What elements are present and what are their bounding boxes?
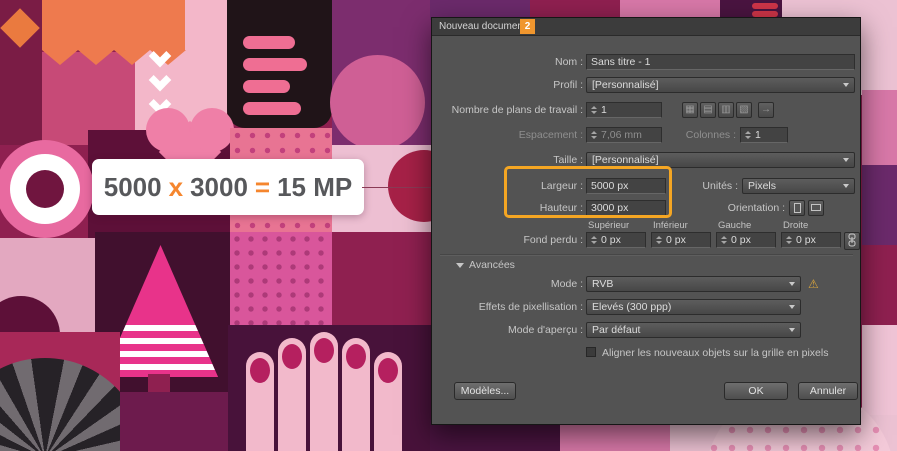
- callout-result: 15 MP: [277, 171, 353, 202]
- apercu-select[interactable]: Par défaut: [586, 322, 801, 338]
- colonnes-input[interactable]: 1: [740, 127, 788, 143]
- section-divider: [440, 254, 853, 256]
- chevron-down-icon: [789, 305, 795, 309]
- chevron-down-icon: [843, 184, 849, 188]
- ok-button[interactable]: OK: [724, 382, 788, 400]
- step-badge: 2: [520, 19, 535, 34]
- stepper-arrows-icon[interactable]: [656, 236, 662, 244]
- align-grid-checkbox[interactable]: [586, 347, 596, 357]
- artboard-grid-layout-icon[interactable]: ▦: [682, 102, 698, 118]
- effets-select[interactable]: Elevés (300 ppp): [586, 299, 801, 315]
- chevron-down-icon: [843, 83, 849, 87]
- link-values-button[interactable]: [844, 232, 860, 250]
- artboard-row-layout-icon[interactable]: ▤: [700, 102, 716, 118]
- effets-label: Effets de pixellisation :: [478, 301, 583, 313]
- bleed-inferieur-value: 0 px: [666, 234, 686, 246]
- landscape-page-icon: [811, 204, 821, 211]
- profil-value: [Personnalisé]: [592, 79, 659, 91]
- nom-input[interactable]: Sans titre - 1: [586, 54, 855, 70]
- dimension-callout: 5000 x 3000 = 15 MP: [92, 159, 364, 215]
- colonnes-label: Colonnes :: [685, 129, 736, 141]
- plans-label: Nombre de plans de travail :: [451, 104, 583, 116]
- largeur-input[interactable]: 5000 px: [586, 178, 666, 194]
- espacement-label: Espacement :: [518, 129, 583, 141]
- largeur-value: 5000 px: [591, 180, 629, 192]
- largeur-label: Largeur :: [540, 180, 583, 192]
- unites-label: Unités :: [702, 180, 738, 192]
- hauteur-label: Hauteur :: [539, 202, 583, 214]
- warning-icon: ⚠: [808, 277, 819, 291]
- callout-equals: =: [254, 171, 271, 202]
- link-icon: [848, 233, 856, 247]
- bleed-inferieur-input[interactable]: 0 px: [651, 232, 711, 248]
- dialog-titlebar[interactable]: Nouveau document 2: [432, 18, 860, 36]
- callout-height: 3000: [190, 171, 248, 202]
- stepper-arrows-icon[interactable]: [591, 106, 597, 114]
- espacement-input[interactable]: 7,06 mm: [586, 127, 662, 143]
- artboard-alt-layout-icon[interactable]: ▧: [736, 102, 752, 118]
- callout-times: x: [168, 171, 184, 202]
- avancees-toggle[interactable]: Avancées: [456, 258, 515, 272]
- orientation-portrait-button[interactable]: [789, 200, 805, 216]
- bleed-header-gauche: Gauche: [718, 220, 752, 231]
- bleed-header-droite: Droite: [783, 220, 809, 231]
- mode-value: RVB: [592, 278, 614, 290]
- nom-label: Nom :: [554, 56, 583, 68]
- portrait-page-icon: [793, 203, 801, 213]
- unites-value: Pixels: [748, 180, 777, 192]
- fond-perdu-label: Fond perdu :: [523, 234, 583, 246]
- colonnes-value: 1: [755, 129, 761, 141]
- stepper-arrows-icon[interactable]: [591, 236, 597, 244]
- orientation-label: Orientation :: [727, 202, 785, 214]
- bleed-header-inferieur: Inférieur: [653, 220, 688, 231]
- unites-select[interactable]: Pixels: [742, 178, 855, 194]
- effets-value: Elevés (300 ppp): [592, 301, 672, 313]
- artboard-direction-arrow-icon[interactable]: →: [758, 102, 774, 118]
- plans-input[interactable]: 1: [586, 102, 662, 118]
- taille-select[interactable]: [Personnalisé]: [586, 152, 855, 168]
- bleed-gauche-input[interactable]: 0 px: [716, 232, 776, 248]
- taille-label: Taille :: [553, 154, 583, 166]
- mode-select[interactable]: RVB: [586, 276, 801, 292]
- bleed-droite-input[interactable]: 0 px: [781, 232, 841, 248]
- hauteur-input[interactable]: 3000 px: [586, 200, 666, 216]
- artboard-column-layout-icon[interactable]: ▥: [718, 102, 734, 118]
- new-document-dialog: Nouveau document 2 Nom : Sans titre - 1 …: [431, 17, 861, 425]
- align-grid-label: Aligner les nouveaux objets sur la grill…: [602, 347, 829, 359]
- annuler-button[interactable]: Annuler: [798, 382, 858, 400]
- hauteur-value: 3000 px: [591, 202, 629, 214]
- stepper-arrows-icon[interactable]: [745, 131, 751, 139]
- bleed-header-superieur: Supérieur: [588, 220, 630, 231]
- disclosure-triangle-icon: [456, 263, 464, 268]
- espacement-value: 7,06 mm: [601, 129, 642, 141]
- nom-value: Sans titre - 1: [591, 56, 651, 68]
- profil-label: Profil :: [553, 79, 583, 91]
- screenshot-root: 5000 x 3000 = 15 MP Nouveau document 2 N…: [0, 0, 897, 451]
- dialog-title: Nouveau document: [439, 21, 526, 32]
- mode-label: Mode :: [550, 278, 583, 290]
- avancees-label: Avancées: [469, 259, 515, 271]
- modeles-button[interactable]: Modèles...: [454, 382, 516, 400]
- bleed-gauche-value: 0 px: [731, 234, 751, 246]
- apercu-value: Par défaut: [592, 324, 641, 336]
- chevron-down-icon: [789, 328, 795, 332]
- stepper-arrows-icon[interactable]: [786, 236, 792, 244]
- plans-value: 1: [601, 104, 607, 116]
- chevron-down-icon: [789, 282, 795, 286]
- stepper-arrows-icon[interactable]: [721, 236, 727, 244]
- taille-value: [Personnalisé]: [592, 154, 659, 166]
- callout-width: 5000: [103, 171, 162, 202]
- stepper-arrows-icon[interactable]: [591, 131, 597, 139]
- orientation-landscape-button[interactable]: [808, 200, 824, 216]
- bleed-superieur-value: 0 px: [601, 234, 621, 246]
- bleed-droite-value: 0 px: [796, 234, 816, 246]
- apercu-label: Mode d'aperçu :: [508, 324, 583, 336]
- chevron-down-icon: [843, 158, 849, 162]
- bleed-superieur-input[interactable]: 0 px: [586, 232, 646, 248]
- profil-select[interactable]: [Personnalisé]: [586, 77, 855, 93]
